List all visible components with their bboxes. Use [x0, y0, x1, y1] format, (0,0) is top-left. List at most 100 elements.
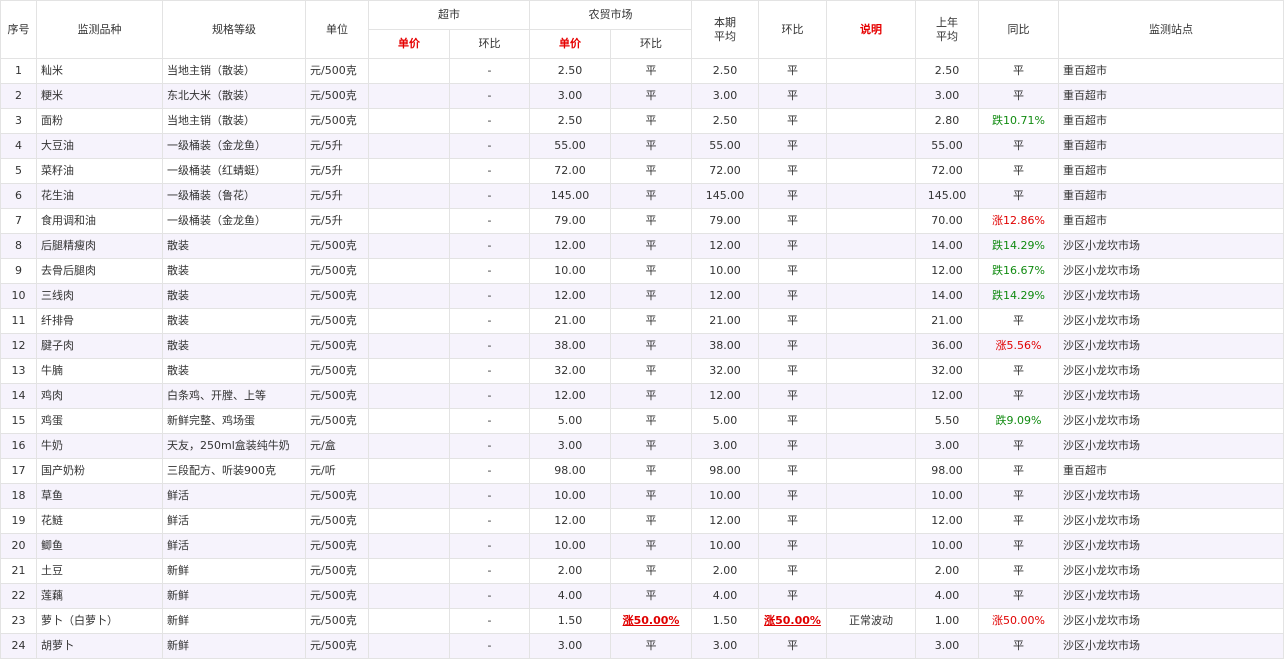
- cell-farm-market-mom: 平: [610, 233, 692, 259]
- cell-farm-market-mom: 平: [610, 533, 692, 559]
- cell-supermarket-price: [368, 258, 450, 284]
- header-mom: 环比: [758, 0, 827, 59]
- cell-yoy: 平: [978, 183, 1059, 209]
- cell-station: 沙区小龙坎市场: [1058, 583, 1284, 609]
- header-note: 说明: [826, 0, 916, 59]
- table-row: 20 鲫鱼 鲜活 元/500克 -10.00 平 10.00 平 10.00 平沙区小龙坎市场: [0, 533, 1284, 559]
- table-row: 15 鸡蛋 新鲜完整、鸡场蛋 元/500克 -5.00 平 5.00 平 5.50 跌9.09% 沙…: [0, 408, 1284, 434]
- header-farm-market: 农贸市场: [529, 0, 692, 30]
- cell-yoy: 平: [978, 533, 1059, 559]
- cell-unit: 元/500克: [305, 408, 369, 434]
- cell-yoy: 跌14.29%: [978, 233, 1059, 259]
- cell-unit: 元/500克: [305, 258, 369, 284]
- cell-note: [826, 558, 916, 584]
- cell-item: 腱子肉: [36, 333, 163, 359]
- cell-current-avg: 2.00: [691, 558, 759, 584]
- header-last-year-avg: 上年 平均: [915, 0, 979, 59]
- cell-supermarket-price: [368, 433, 450, 459]
- cell-note: [826, 433, 916, 459]
- cell-last-year-avg: 70.00: [915, 208, 979, 234]
- cell-yoy: 跌10.71%: [978, 108, 1059, 134]
- table-row: 5 菜籽油 一级桶装（红蜻蜓） 元/5升 -72.00 平 72.00 平 72.00 平重百超市: [0, 158, 1284, 184]
- cell-station: 重百超市: [1058, 58, 1284, 84]
- cell-unit: 元/500克: [305, 108, 369, 134]
- cell-item: 牛奶: [36, 433, 163, 459]
- table-row: 17 国产奶粉 三段配方、听装900克 元/听 -98.00 平 98.00 平 98.00 平重…: [0, 458, 1284, 484]
- cell-current-avg: 55.00: [691, 133, 759, 159]
- cell-last-year-avg: 145.00: [915, 183, 979, 209]
- cell-current-avg: 3.00: [691, 633, 759, 659]
- header-supermarket: 超市: [368, 0, 530, 30]
- cell-seq: 22: [0, 583, 37, 609]
- cell-current-avg: 10.00: [691, 258, 759, 284]
- cell-farm-market-mom: 平: [610, 83, 692, 109]
- cell-mom: 平: [758, 633, 827, 659]
- cell-farm-market-price: 10.00: [529, 483, 611, 509]
- cell-spec: 一级桶装（金龙鱼）: [162, 208, 306, 234]
- cell-spec: 散装: [162, 283, 306, 309]
- cell-supermarket-mom: -: [449, 258, 530, 284]
- cell-current-avg: 32.00: [691, 358, 759, 384]
- header-fm-price: 单价: [529, 29, 611, 59]
- cell-farm-market-mom: 平: [610, 558, 692, 584]
- table-row: 4 大豆油 一级桶装（金龙鱼） 元/5升 -55.00 平 55.00 平 55.00 平重百超市: [0, 133, 1284, 159]
- cell-supermarket-price: [368, 408, 450, 434]
- cell-farm-market-price: 4.00: [529, 583, 611, 609]
- cell-farm-market-price: 2.50: [529, 58, 611, 84]
- cell-supermarket-mom: -: [449, 483, 530, 509]
- cell-note: [826, 333, 916, 359]
- cell-current-avg: 98.00: [691, 458, 759, 484]
- cell-item: 粳米: [36, 83, 163, 109]
- table-header: 序号 监测品种 规格等级 单位 超市 农贸市场 本期 平均 环比 说明 上年 平…: [0, 0, 1284, 59]
- cell-yoy: 平: [978, 358, 1059, 384]
- cell-last-year-avg: 98.00: [915, 458, 979, 484]
- cell-farm-market-price: 38.00: [529, 333, 611, 359]
- cell-farm-market-mom: 平: [610, 283, 692, 309]
- cell-note: [826, 108, 916, 134]
- cell-last-year-avg: 3.00: [915, 433, 979, 459]
- cell-note: [826, 283, 916, 309]
- header-item: 监测品种: [36, 0, 163, 59]
- cell-farm-market-price: 10.00: [529, 533, 611, 559]
- cell-current-avg: 5.00: [691, 408, 759, 434]
- cell-supermarket-mom: -: [449, 208, 530, 234]
- cell-farm-market-price: 145.00: [529, 183, 611, 209]
- cell-seq: 7: [0, 208, 37, 234]
- cell-spec: 鲜活: [162, 483, 306, 509]
- cell-unit: 元/5升: [305, 133, 369, 159]
- cell-farm-market-price: 3.00: [529, 433, 611, 459]
- cell-farm-market-price: 32.00: [529, 358, 611, 384]
- cell-unit: 元/5升: [305, 158, 369, 184]
- cell-mom: 平: [758, 283, 827, 309]
- cell-farm-market-mom: 平: [610, 258, 692, 284]
- cell-note: [826, 133, 916, 159]
- cell-unit: 元/盒: [305, 433, 369, 459]
- cell-supermarket-mom: -: [449, 233, 530, 259]
- cell-note: [826, 308, 916, 334]
- cell-mom: 平: [758, 183, 827, 209]
- cell-farm-market-price: 1.50: [529, 608, 611, 634]
- cell-station: 沙区小龙坎市场: [1058, 233, 1284, 259]
- cell-current-avg: 4.00: [691, 583, 759, 609]
- cell-spec: 一级桶装（金龙鱼）: [162, 133, 306, 159]
- table-row: 23 萝卜（白萝卜） 新鲜 元/500克 -1.50 涨50.00% 1.50 涨50.00%…: [0, 608, 1284, 634]
- cell-item: 牛腩: [36, 358, 163, 384]
- cell-supermarket-price: [368, 58, 450, 84]
- cell-current-avg: 12.00: [691, 383, 759, 409]
- cell-note: [826, 508, 916, 534]
- cell-mom: 平: [758, 58, 827, 84]
- cell-supermarket-mom: -: [449, 358, 530, 384]
- cell-supermarket-mom: -: [449, 633, 530, 659]
- cell-supermarket-mom: -: [449, 308, 530, 334]
- cell-item: 鸡蛋: [36, 408, 163, 434]
- cell-current-avg: 12.00: [691, 283, 759, 309]
- cell-mom: 平: [758, 308, 827, 334]
- cell-station: 重百超市: [1058, 158, 1284, 184]
- cell-supermarket-price: [368, 133, 450, 159]
- cell-note: [826, 208, 916, 234]
- cell-last-year-avg: 12.00: [915, 383, 979, 409]
- cell-farm-market-price: 55.00: [529, 133, 611, 159]
- cell-yoy: 跌16.67%: [978, 258, 1059, 284]
- cell-station: 重百超市: [1058, 133, 1284, 159]
- cell-unit: 元/500克: [305, 383, 369, 409]
